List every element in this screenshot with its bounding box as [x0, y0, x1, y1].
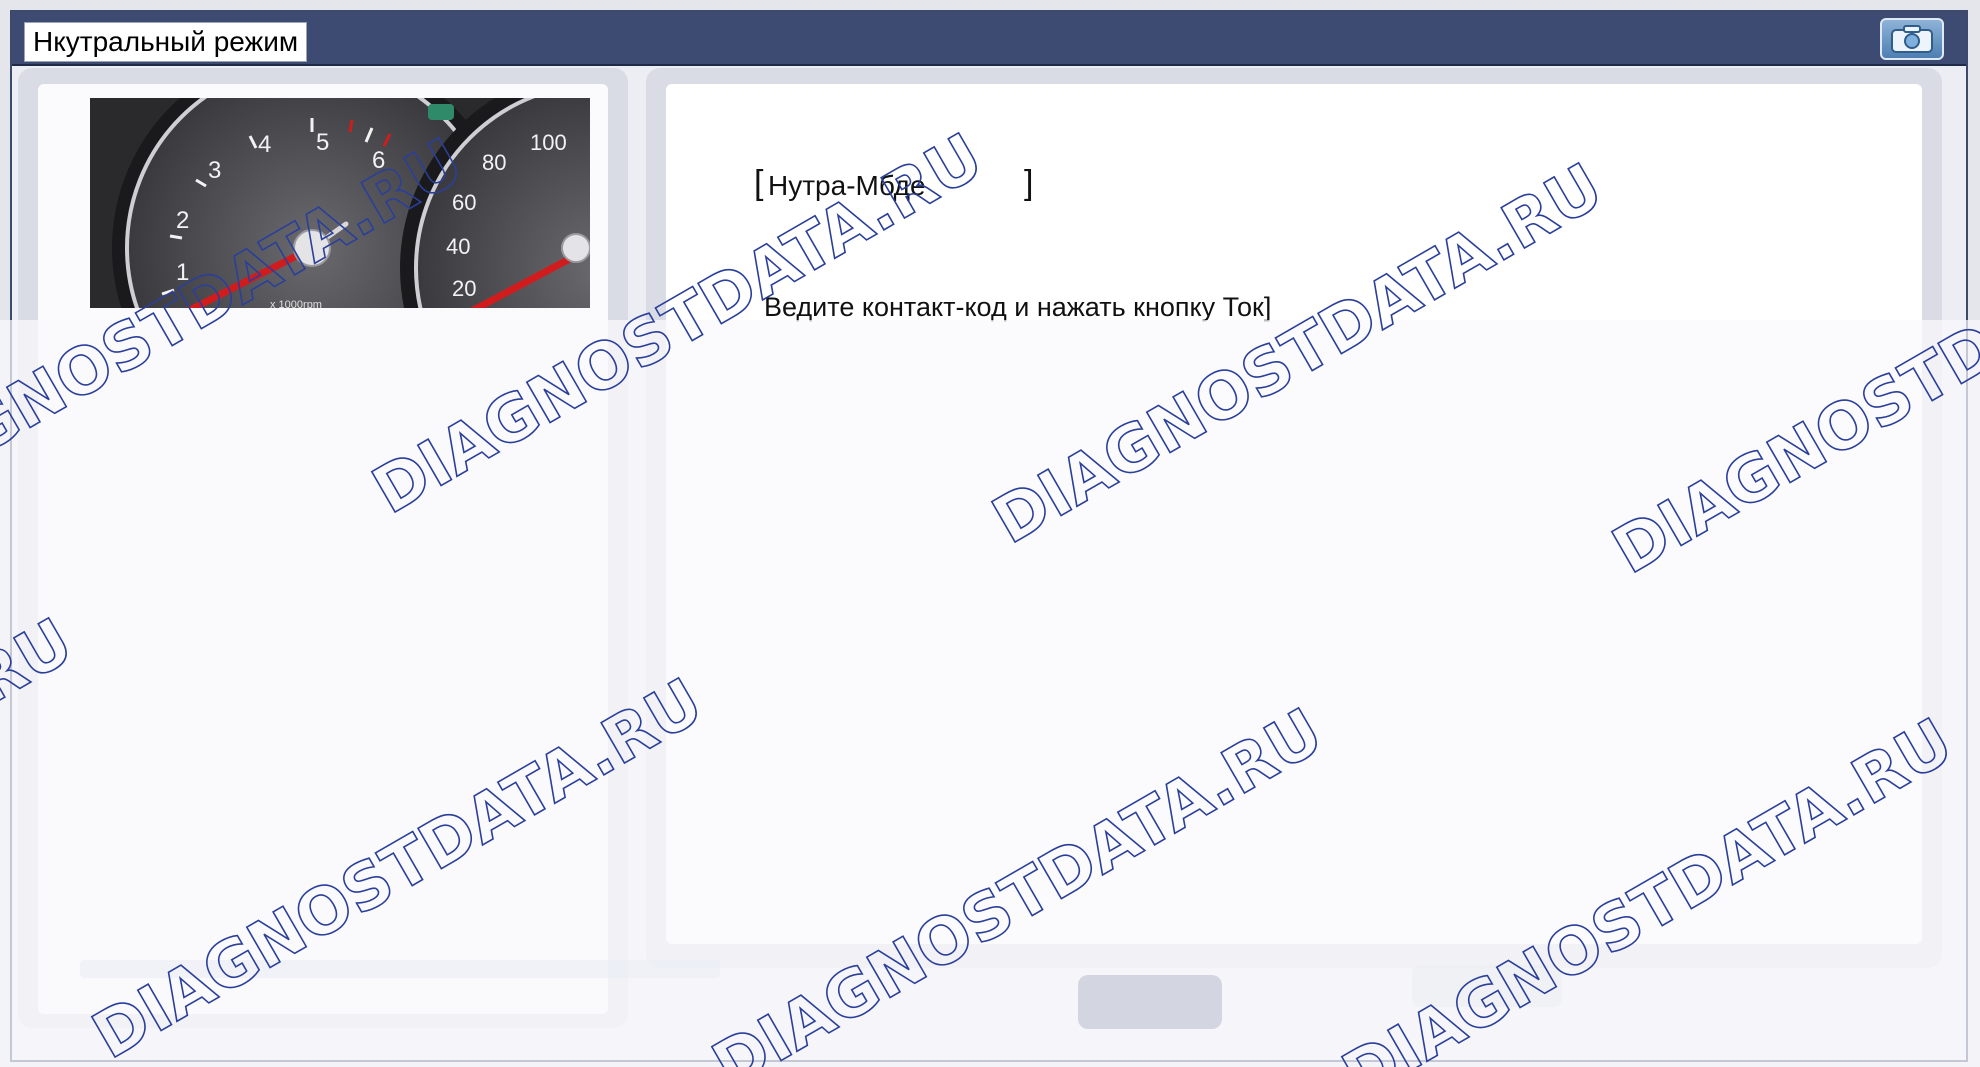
tach-tick-2: 2 [176, 207, 189, 234]
camera-icon [1891, 25, 1933, 53]
indicator-lamp [428, 104, 454, 120]
speed-tick-40: 40 [446, 234, 470, 259]
right-bracket: ] [1024, 164, 1034, 202]
speed-tick-80: 80 [482, 150, 506, 175]
speed-tick-20: 20 [452, 276, 476, 301]
title-bar: Нкутральный режим [12, 12, 1966, 66]
screenshot-button[interactable] [1880, 18, 1944, 60]
tach-tick-3: 3 [208, 157, 221, 184]
speed-tick-60: 60 [452, 190, 476, 215]
instruction-text: Ведите контакт-код и нажать кнопку Ток] [764, 292, 1272, 322]
tach-tick-1: 1 [176, 259, 189, 286]
speed-tick-100: 100 [530, 130, 567, 155]
window-title: Нкутральный режим [24, 22, 308, 62]
dashboard-gauges: 1 2 3 4 5 6 x 1000rpm 20 40 60 80 100 [90, 98, 590, 308]
left-bracket: [ [754, 164, 764, 202]
tach-tick-4: 4 [258, 131, 271, 158]
tach-unit-label: x 1000rpm [270, 299, 322, 308]
blur-overlay [0, 320, 1980, 1067]
mode-label: Нутра-Мбде [768, 170, 926, 201]
tach-tick-5: 5 [316, 129, 329, 156]
instrument-cluster-image: 1 2 3 4 5 6 x 1000rpm 20 40 60 80 100 [90, 98, 590, 308]
tach-tick-6: 6 [372, 147, 385, 174]
